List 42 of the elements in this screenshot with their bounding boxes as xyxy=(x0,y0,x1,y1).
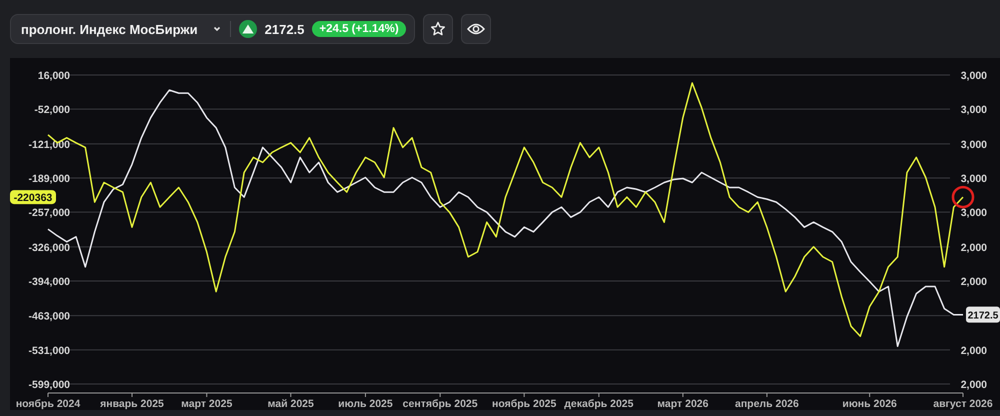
left-axis-label: -326,000 xyxy=(28,242,70,254)
month-label: июль 2025 xyxy=(338,398,393,410)
month-label: ноябрь 2024 xyxy=(16,398,80,410)
month-label: март 2026 xyxy=(657,398,708,410)
right-axis-label: 3,000 xyxy=(960,207,987,220)
left-axis-label: -189,000 xyxy=(28,173,70,185)
end-marker xyxy=(952,186,974,208)
month-label: декабрь 2025 xyxy=(564,398,634,410)
month-label: август 2026 xyxy=(933,398,993,410)
right-axis-label: 3,000 xyxy=(960,138,987,151)
left-axis-label: -394,000 xyxy=(28,276,70,288)
left-axis-label: 16,000 xyxy=(38,70,70,82)
left-axis-label: -121,000 xyxy=(28,138,70,151)
month-label: июнь 2026 xyxy=(842,398,897,410)
price-value: 2172.5 xyxy=(264,22,304,36)
price-tag: 2172.5 xyxy=(966,306,1000,323)
left-axis-label: -463,000 xyxy=(28,310,70,323)
change-badge: +24.5 (+1.14%) xyxy=(312,21,406,37)
month-label: сентябрь 2025 xyxy=(402,398,478,410)
right-axis-label: 2,000 xyxy=(960,344,987,357)
right-axis-label: 3,000 xyxy=(960,70,987,82)
caret-icon xyxy=(212,24,222,34)
right-axis-label: 2,000 xyxy=(960,242,987,254)
right-axis-label: 3,000 xyxy=(960,173,987,185)
month-label: апрель 2026 xyxy=(735,398,799,410)
instrument-select[interactable]: пролонг. Индекс МосБиржи xyxy=(21,22,222,36)
right-axis-label: 2,000 xyxy=(960,379,987,391)
right-axis-label: 2,000 xyxy=(960,276,987,288)
left-axis-label: -599,000 xyxy=(28,379,70,391)
left-axis-label: -531,000 xyxy=(28,344,70,357)
right-axis-label: 3,000 xyxy=(960,104,987,116)
month-label: ноябрь 2025 xyxy=(492,398,556,410)
left-axis-label: -257,000 xyxy=(28,207,70,220)
left-axis-label: -52,000 xyxy=(34,104,70,116)
star-icon xyxy=(430,21,446,37)
star-button[interactable] xyxy=(422,14,453,44)
month-label: март 2025 xyxy=(181,398,232,410)
month-label: май 2025 xyxy=(268,398,314,410)
month-label: январь 2025 xyxy=(100,398,164,410)
eye-button[interactable] xyxy=(460,14,491,44)
value-tag: -220363 xyxy=(10,190,56,204)
eye-icon xyxy=(466,22,485,36)
